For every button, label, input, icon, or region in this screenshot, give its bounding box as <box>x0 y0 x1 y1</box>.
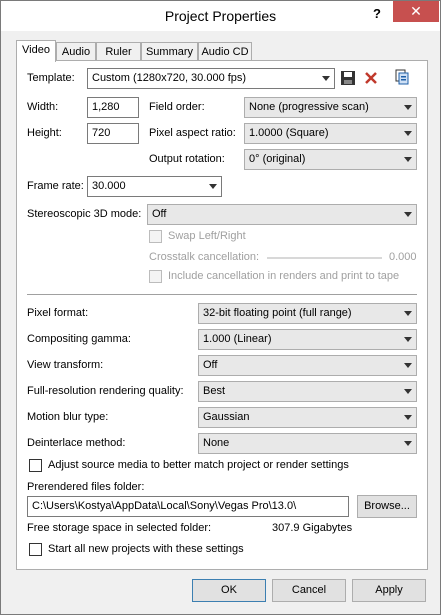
adjust-media-label: Adjust source media to better match proj… <box>48 459 349 471</box>
crosstalk-slider[interactable] <box>267 257 382 259</box>
motion-blur-value: Gaussian <box>203 411 250 423</box>
prerendered-label: Prerendered files folder: <box>27 481 145 493</box>
match-media-icon[interactable] <box>394 69 410 85</box>
template-label: Template: <box>27 72 75 84</box>
output-rotation-dropdown[interactable]: 0° (original) <box>244 149 417 170</box>
chevron-down-icon <box>404 212 412 217</box>
output-rotation-value: 0° (original) <box>249 153 306 165</box>
height-label: Height: <box>27 127 62 139</box>
frame-rate-value: 30.000 <box>92 180 126 192</box>
pixel-format-label: Pixel format: <box>27 307 89 319</box>
start-new-checkbox[interactable] <box>29 543 42 556</box>
tab-video[interactable]: Video <box>16 40 56 62</box>
chevron-down-icon <box>404 311 412 316</box>
pixel-aspect-label: Pixel aspect ratio: <box>149 127 236 139</box>
view-transform-value: Off <box>203 359 218 371</box>
motion-blur-label: Motion blur type: <box>27 411 109 423</box>
help-button[interactable]: ? <box>368 6 386 24</box>
compositing-gamma-dropdown[interactable]: 1.000 (Linear) <box>198 329 417 350</box>
tab-audio-cd[interactable]: Audio CD <box>198 42 252 61</box>
save-template-icon[interactable] <box>340 70 356 86</box>
pixel-aspect-value: 1.0000 (Square) <box>249 127 329 139</box>
field-order-value: None (progressive scan) <box>249 101 369 113</box>
include-cancellation-checkbox[interactable] <box>149 270 162 283</box>
render-quality-value: Best <box>203 385 226 397</box>
width-label: Width: <box>27 101 59 113</box>
prerendered-folder-field[interactable]: C:\Users\Kostya\AppData\Local\Sony\Vegas… <box>27 496 349 517</box>
close-button[interactable]: ✕ <box>393 1 439 22</box>
field-order-label: Field order: <box>149 101 205 113</box>
deinterlace-dropdown[interactable]: None <box>198 433 417 454</box>
project-properties-dialog: Project Properties ? ✕ Video Audio Ruler… <box>0 0 441 615</box>
adjust-media-checkbox[interactable] <box>29 459 42 472</box>
compositing-gamma-value: 1.000 (Linear) <box>203 333 272 345</box>
chevron-down-icon <box>209 184 217 189</box>
section-divider <box>27 294 417 295</box>
compositing-gamma-label: Compositing gamma: <box>27 333 131 345</box>
ok-button[interactable]: OK <box>192 579 266 602</box>
delete-template-icon[interactable] <box>363 70 379 86</box>
tab-ruler[interactable]: Ruler <box>96 42 141 61</box>
cancel-button[interactable]: Cancel <box>272 579 346 602</box>
stereo-dropdown[interactable]: Off <box>147 204 417 225</box>
chevron-down-icon <box>404 131 412 136</box>
chevron-down-icon <box>404 337 412 342</box>
pixel-format-value: 32-bit floating point (full range) <box>203 307 352 319</box>
chevron-down-icon <box>404 105 412 110</box>
chevron-down-icon <box>322 76 330 81</box>
swap-checkbox[interactable] <box>149 230 162 243</box>
video-tab-panel: Template: Custom (1280x720, 30.000 fps) … <box>16 60 428 570</box>
width-field[interactable]: 1,280 <box>87 97 139 118</box>
chevron-down-icon <box>404 389 412 394</box>
render-quality-label: Full-resolution rendering quality: <box>27 385 184 397</box>
field-order-dropdown[interactable]: None (progressive scan) <box>244 97 417 118</box>
include-cancellation-label: Include cancellation in renders and prin… <box>168 270 400 282</box>
deinterlace-value: None <box>203 437 230 449</box>
pixel-format-dropdown[interactable]: 32-bit floating point (full range) <box>198 303 417 324</box>
chevron-down-icon <box>404 441 412 446</box>
crosstalk-label: Crosstalk cancellation: <box>149 251 260 263</box>
tab-audio[interactable]: Audio <box>56 42 96 61</box>
view-transform-label: View transform: <box>27 359 104 371</box>
frame-rate-label: Frame rate: <box>27 180 84 192</box>
stereo-value: Off <box>152 208 167 220</box>
template-dropdown[interactable]: Custom (1280x720, 30.000 fps) <box>87 68 335 89</box>
output-rotation-label: Output rotation: <box>149 153 225 165</box>
storage-value: 307.9 Gigabytes <box>272 522 353 534</box>
template-value: Custom (1280x720, 30.000 fps) <box>92 72 247 84</box>
motion-blur-dropdown[interactable]: Gaussian <box>198 407 417 428</box>
stereo-label: Stereoscopic 3D mode: <box>27 208 142 220</box>
chevron-down-icon <box>404 157 412 162</box>
swap-label: Swap Left/Right <box>168 230 246 242</box>
browse-button[interactable]: Browse... <box>357 495 417 518</box>
apply-button[interactable]: Apply <box>352 579 426 602</box>
tab-summary[interactable]: Summary <box>141 42 198 61</box>
view-transform-dropdown[interactable]: Off <box>198 355 417 376</box>
title-bar: Project Properties ? ✕ <box>1 1 440 31</box>
deinterlace-label: Deinterlace method: <box>27 437 126 449</box>
crosstalk-value: 0.000 <box>389 251 417 263</box>
render-quality-dropdown[interactable]: Best <box>198 381 417 402</box>
pixel-aspect-dropdown[interactable]: 1.0000 (Square) <box>244 123 417 144</box>
height-field[interactable]: 720 <box>87 123 139 144</box>
start-new-label: Start all new projects with these settin… <box>48 543 244 555</box>
frame-rate-dropdown[interactable]: 30.000 <box>87 176 222 197</box>
storage-label: Free storage space in selected folder: <box>27 522 212 534</box>
chevron-down-icon <box>404 415 412 420</box>
chevron-down-icon <box>404 363 412 368</box>
